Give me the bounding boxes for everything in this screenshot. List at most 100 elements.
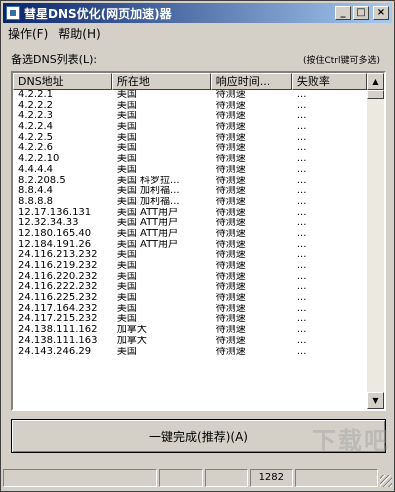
table-row[interactable]: 8.8.8.8 美国 加利福... 待测速... — [13, 197, 367, 208]
response-time-cell: 待测速 — [215, 164, 246, 175]
table-row[interactable]: 4.2.2.4 美国 待测速... — [13, 122, 367, 133]
table-row[interactable]: 12.17.136.131 美国 ATT用户 待测速... — [13, 208, 367, 219]
column-header-dns[interactable]: DNS地址 — [13, 73, 112, 90]
failure-rate-cell: ... — [296, 90, 307, 100]
location-cell: 美国 — [116, 122, 137, 133]
response-time-cell: 待测速 — [215, 186, 246, 197]
dns-address-cell: 24.138.111.163 — [18, 335, 98, 346]
location-cell: 美国 加利福... — [116, 196, 180, 207]
failure-rate-cell: ... — [296, 164, 307, 175]
table-row[interactable]: 24.138.111.163 加拿大 待测速... — [13, 336, 367, 347]
table-row[interactable]: 4.2.2.2 美国 待测速... — [13, 101, 367, 112]
response-time-cell: 待测速 — [215, 335, 246, 346]
menu-operations[interactable]: 操作(F) — [3, 25, 53, 42]
failure-rate-cell: ... — [296, 250, 307, 261]
table-row[interactable]: 8.8.4.4 美国 加利福... 待测速... — [13, 186, 367, 197]
location-cell: 美国 ATT用户 — [116, 207, 179, 218]
table-row[interactable]: 24.143.246.29 美国 待测速... — [13, 347, 367, 358]
column-header-failure-rate[interactable]: 失败率 — [291, 73, 367, 90]
location-cell: 加拿大 — [116, 325, 147, 336]
scroll-thumb[interactable] — [367, 90, 384, 99]
table-row[interactable]: 24.116.220.232 美国 待测速... — [13, 272, 367, 283]
dns-address-cell: 4.2.2.2 — [18, 100, 53, 111]
failure-rate-cell: ... — [296, 100, 307, 111]
table-row[interactable]: 24.116.213.232 美国 待测速... — [13, 250, 367, 261]
location-cell: 美国 — [116, 293, 137, 304]
response-time-cell: 待测速 — [215, 132, 246, 143]
table-row[interactable]: 24.116.222.232 美国 待测速... — [13, 282, 367, 293]
table-row[interactable]: 24.116.225.232 美国 待测速... — [13, 293, 367, 304]
column-header-response-time[interactable]: 响应时间... — [210, 73, 292, 90]
close-button[interactable]: × — [373, 6, 389, 20]
response-time-cell: 待测速 — [215, 218, 246, 229]
menu-bar: 操作(F) 帮助(H) — [3, 24, 392, 42]
response-time-cell: 待测速 — [215, 271, 246, 282]
menu-help[interactable]: 帮助(H) — [53, 25, 105, 42]
failure-rate-cell: ... — [296, 228, 307, 239]
dns-address-cell: 24.117.215.232 — [18, 314, 98, 325]
table-row[interactable]: 12.32.34.33 美国 ATT用户 待测速... — [13, 218, 367, 229]
response-time-cell: 待测速 — [215, 282, 246, 293]
table-row[interactable]: 4.2.2.10 美国 待测速... — [13, 154, 367, 165]
dns-address-cell: 24.116.225.232 — [18, 293, 98, 304]
response-time-cell: 待测速 — [215, 122, 246, 133]
table-row[interactable]: 24.116.219.232 美国 待测速... — [13, 261, 367, 272]
response-time-cell: 待测速 — [215, 346, 246, 357]
location-cell: 美国 ATT用户 — [116, 228, 179, 239]
dns-address-cell: 12.32.34.33 — [18, 218, 79, 229]
table-row[interactable]: 12.180.165.40 美国 ATT用户 待测速... — [13, 229, 367, 240]
resize-grip-icon[interactable] — [380, 475, 392, 487]
location-cell: 美国 — [116, 132, 137, 143]
table-row[interactable]: 4.4.4.4 美国 待测速... — [13, 165, 367, 176]
minimize-button[interactable]: _ — [335, 6, 351, 20]
failure-rate-cell: ... — [296, 282, 307, 293]
location-cell: 美国 — [116, 271, 137, 282]
table-row[interactable]: 4.2.2.5 美国 待测速... — [13, 133, 367, 144]
status-panel — [294, 469, 379, 487]
vertical-scrollbar[interactable]: ▲ ▼ — [367, 73, 384, 409]
location-cell: 美国 加利福... — [116, 186, 180, 197]
dns-address-cell: 12.17.136.131 — [18, 207, 92, 218]
scroll-down-arrow-icon[interactable]: ▼ — [367, 392, 384, 409]
dns-list[interactable]: DNS地址 所在地 响应时间... 失败率 4.2.2.1 美国 待测速... 4.2… — [11, 71, 386, 411]
maximize-button[interactable]: □ — [353, 6, 369, 20]
dns-address-cell: 8.8.8.8 — [18, 196, 53, 207]
dns-address-cell: 4.2.2.6 — [18, 143, 53, 154]
location-cell: 加拿大 — [116, 335, 147, 346]
title-bar[interactable]: 彗星DNS优化(网页加速)器 _ □ × — [3, 3, 392, 23]
response-time-cell: 待测速 — [215, 293, 246, 304]
location-cell: 美国 ATT用户 — [116, 218, 179, 229]
column-header-location[interactable]: 所在地 — [111, 73, 211, 90]
dns-address-cell: 4.2.2.4 — [18, 122, 53, 133]
location-cell: 美国 ATT用户 — [116, 239, 179, 250]
multi-select-hint: (按住Ctrl键可多选) — [302, 56, 380, 66]
table-row[interactable]: 8.2.208.5 美国 科罗拉... 待测速... — [13, 176, 367, 187]
table-row[interactable]: 4.2.2.3 美国 待测速... — [13, 111, 367, 122]
failure-rate-cell: ... — [296, 132, 307, 143]
watermark-logo: 下载吧 — [312, 427, 390, 455]
table-row[interactable]: 24.117.215.232 美国 待测速... — [13, 314, 367, 325]
table-row[interactable]: 4.2.2.1 美国 待测速... — [13, 90, 367, 101]
failure-rate-cell: ... — [296, 325, 307, 336]
failure-rate-cell: ... — [296, 196, 307, 207]
failure-rate-cell: ... — [296, 239, 307, 250]
failure-rate-cell: ... — [296, 346, 307, 357]
location-cell: 美国 — [116, 100, 137, 111]
failure-rate-cell: ... — [296, 335, 307, 346]
location-cell: 美国 — [116, 111, 137, 122]
table-row[interactable]: 12.184.191.26 美国 ATT用户 待测速... — [13, 240, 367, 251]
scroll-up-arrow-icon[interactable]: ▲ — [367, 73, 384, 90]
failure-rate-cell: ... — [296, 122, 307, 133]
dns-address-cell: 4.4.4.4 — [18, 164, 53, 175]
table-row[interactable]: 24.138.111.162 加拿大 待测速... — [13, 325, 367, 336]
failure-rate-cell: ... — [296, 261, 307, 271]
response-time-cell: 待测速 — [215, 196, 246, 207]
table-row[interactable]: 4.2.2.6 美国 待测速... — [13, 143, 367, 154]
dns-address-cell: 12.180.165.40 — [18, 228, 92, 239]
status-panel — [159, 469, 203, 487]
location-cell: 美国 — [116, 261, 137, 271]
table-row[interactable]: 24.117.164.232 美国 待测速... — [13, 304, 367, 315]
dns-address-cell: 24.143.246.29 — [18, 346, 92, 357]
response-time-cell: 待测速 — [215, 303, 246, 314]
failure-rate-cell: ... — [296, 143, 307, 154]
